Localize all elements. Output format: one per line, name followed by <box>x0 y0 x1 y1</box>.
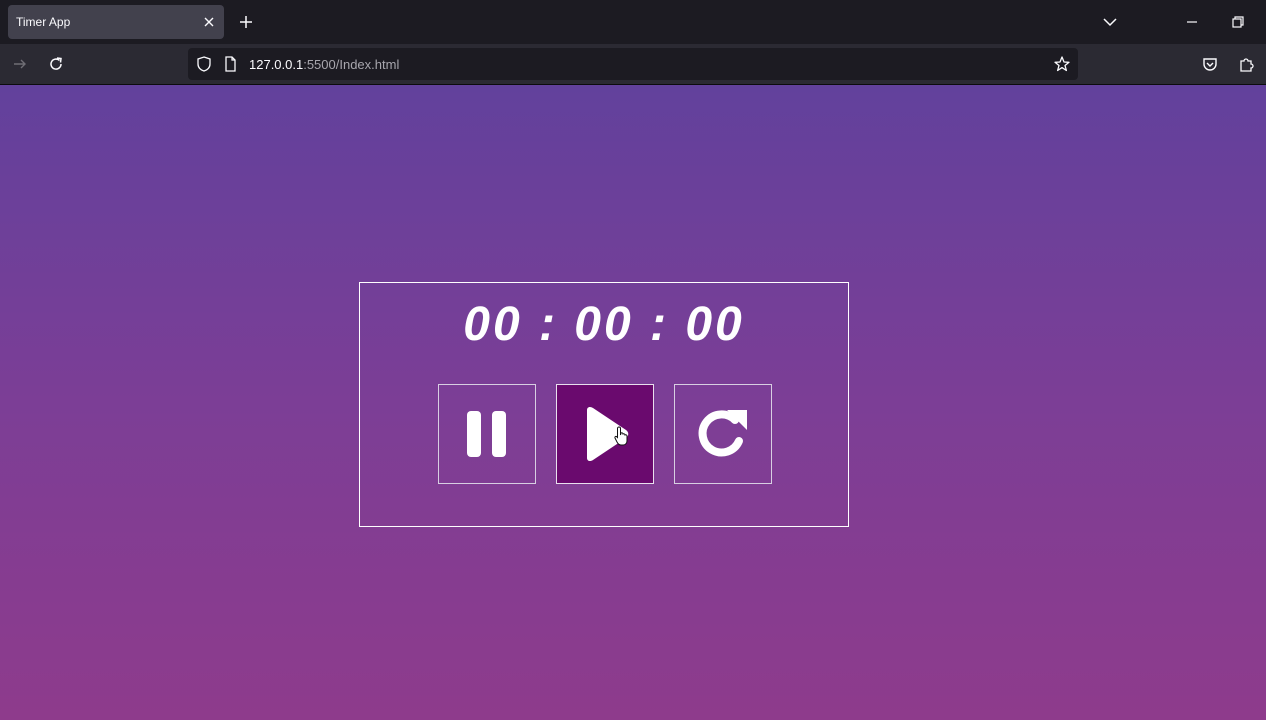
forward-arrow-icon[interactable] <box>10 54 30 74</box>
url-bar[interactable]: 127.0.0.1:5500/Index.html <box>188 48 1078 80</box>
tab-timer-app[interactable]: Timer App <box>8 5 224 39</box>
url-text[interactable]: 127.0.0.1:5500/Index.html <box>249 57 399 72</box>
tab-strip: Timer App <box>0 0 1266 44</box>
restore-icon[interactable] <box>1228 12 1248 32</box>
reload-icon[interactable] <box>46 54 66 74</box>
timer-display: 00 : 00 : 00 <box>463 298 745 351</box>
rotate-cw-icon <box>693 404 753 464</box>
new-tab-icon[interactable] <box>236 12 256 32</box>
navigation-toolbar: 127.0.0.1:5500/Index.html <box>0 44 1266 85</box>
pause-icon <box>465 409 509 459</box>
url-path: :5500/Index.html <box>303 57 400 72</box>
minimize-icon[interactable] <box>1182 12 1202 32</box>
pocket-icon[interactable] <box>1200 54 1220 74</box>
page-body: 00 : 00 : 00 <box>0 85 1266 720</box>
hand-pointer-cursor-icon <box>614 426 630 446</box>
timer-container: 00 : 00 : 00 <box>359 282 849 527</box>
play-button[interactable] <box>556 384 654 484</box>
url-host: 127.0.0.1 <box>249 57 304 72</box>
page-icon <box>220 54 240 74</box>
extensions-puzzle-icon[interactable] <box>1236 54 1256 74</box>
bookmark-star-icon[interactable] <box>1052 54 1072 74</box>
pause-button[interactable] <box>438 384 536 484</box>
shield-icon[interactable] <box>194 54 214 74</box>
tab-title: Timer App <box>16 15 71 29</box>
list-tabs-chevron-icon[interactable] <box>1100 12 1120 32</box>
close-tab-icon[interactable] <box>200 13 218 31</box>
reset-button[interactable] <box>674 384 772 484</box>
